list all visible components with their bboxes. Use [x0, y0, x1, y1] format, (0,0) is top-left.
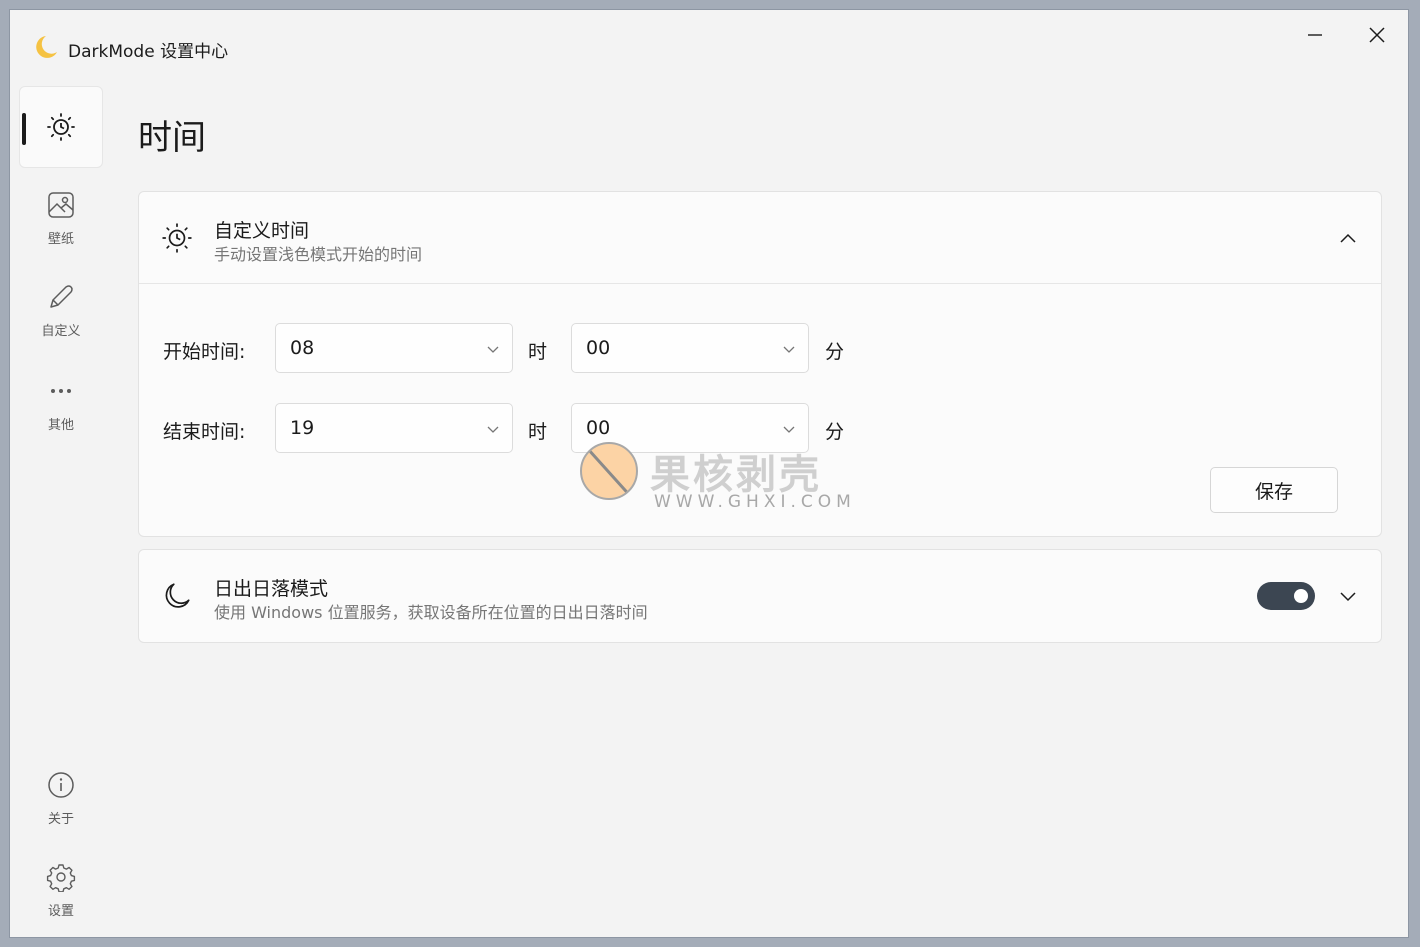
- minimize-button[interactable]: [1292, 20, 1338, 50]
- sunrise-sunset-card: 日出日落模式 使用 Windows 位置服务，获取设备所在位置的日出日落时间: [138, 549, 1382, 643]
- minimize-icon: [1308, 34, 1322, 36]
- chevron-down-icon: [1340, 592, 1356, 602]
- sidebar-nav: 壁纸 自定义 其他 关于 设置: [19, 84, 103, 934]
- moon-icon: [165, 583, 190, 608]
- end-minute-select[interactable]: 00: [571, 403, 809, 453]
- nav-item-about[interactable]: 关于: [19, 770, 103, 827]
- end-hour-select[interactable]: 19: [275, 403, 513, 453]
- info-icon: [48, 772, 74, 798]
- chevron-up-icon: [1340, 233, 1356, 243]
- chevron-down-icon: [783, 346, 795, 353]
- nav-item-customize[interactable]: 自定义: [19, 282, 103, 339]
- custom-time-subtitle: 手动设置浅色模式开始的时间: [214, 245, 423, 264]
- chevron-down-icon: [487, 346, 499, 353]
- app-window: DarkMode 设置中心 壁纸 自定义 其他 关于 设置 时间 自定义时间 手…: [9, 9, 1409, 938]
- close-button[interactable]: [1354, 20, 1400, 50]
- sunrise-sunset-title: 日出日落模式: [214, 578, 329, 600]
- nav-label-customize: 自定义: [41, 324, 81, 339]
- chevron-down-icon: [783, 426, 795, 433]
- app-title: DarkMode 设置中心: [68, 42, 229, 62]
- nav-label-wallpaper: 壁纸: [47, 232, 74, 247]
- pen-icon: [50, 285, 73, 308]
- end-time-label: 结束时间:: [163, 421, 246, 443]
- title-bar: DarkMode 设置中心: [10, 10, 1408, 72]
- expand-button[interactable]: [1333, 582, 1363, 610]
- start-hour-select[interactable]: 08: [275, 323, 513, 373]
- minute-unit-label: 分: [825, 421, 845, 443]
- sunrise-sunset-subtitle: 使用 Windows 位置服务，获取设备所在位置的日出日落时间: [214, 603, 648, 622]
- sunrise-sunset-header[interactable]: 日出日落模式 使用 Windows 位置服务，获取设备所在位置的日出日落时间: [139, 550, 1381, 642]
- minute-unit-label: 分: [825, 341, 845, 363]
- sun-clock-icon: [47, 113, 75, 141]
- close-icon: [1369, 27, 1385, 43]
- custom-time-title: 自定义时间: [214, 220, 310, 242]
- gear-icon: [46, 864, 76, 892]
- chevron-down-icon: [487, 426, 499, 433]
- page-title: 时间: [138, 118, 206, 158]
- custom-time-header[interactable]: 自定义时间 手动设置浅色模式开始的时间: [139, 192, 1381, 284]
- nav-item-other[interactable]: 其他: [19, 376, 103, 433]
- active-indicator: [22, 113, 26, 145]
- nav-item-time[interactable]: [19, 86, 103, 168]
- nav-label-other: 其他: [47, 418, 74, 433]
- start-minute-select[interactable]: 00: [571, 323, 809, 373]
- save-button[interactable]: 保存: [1210, 467, 1338, 513]
- sunrise-sunset-toggle[interactable]: [1257, 582, 1315, 610]
- start-hour-value: 08: [290, 337, 315, 359]
- nav-label-about: 关于: [47, 812, 74, 827]
- nav-label-settings: 设置: [47, 904, 74, 919]
- end-hour-value: 19: [290, 417, 315, 439]
- hour-unit-label: 时: [528, 421, 548, 443]
- nav-item-wallpaper[interactable]: 壁纸: [19, 190, 103, 247]
- custom-time-card: 自定义时间 手动设置浅色模式开始的时间 开始时间: 08 时 00 分 结束时间…: [138, 191, 1382, 537]
- start-minute-value: 00: [586, 337, 611, 359]
- wallpaper-icon: [48, 192, 74, 218]
- moon-logo-icon: [36, 36, 57, 58]
- nav-item-settings[interactable]: 设置: [19, 862, 103, 919]
- hour-unit-label: 时: [528, 341, 548, 363]
- toggle-knob: [1294, 589, 1308, 603]
- start-time-label: 开始时间:: [163, 341, 246, 363]
- collapse-button[interactable]: [1333, 224, 1363, 252]
- sun-clock-icon: [162, 223, 192, 253]
- more-icon: [51, 389, 71, 393]
- end-minute-value: 00: [586, 417, 611, 439]
